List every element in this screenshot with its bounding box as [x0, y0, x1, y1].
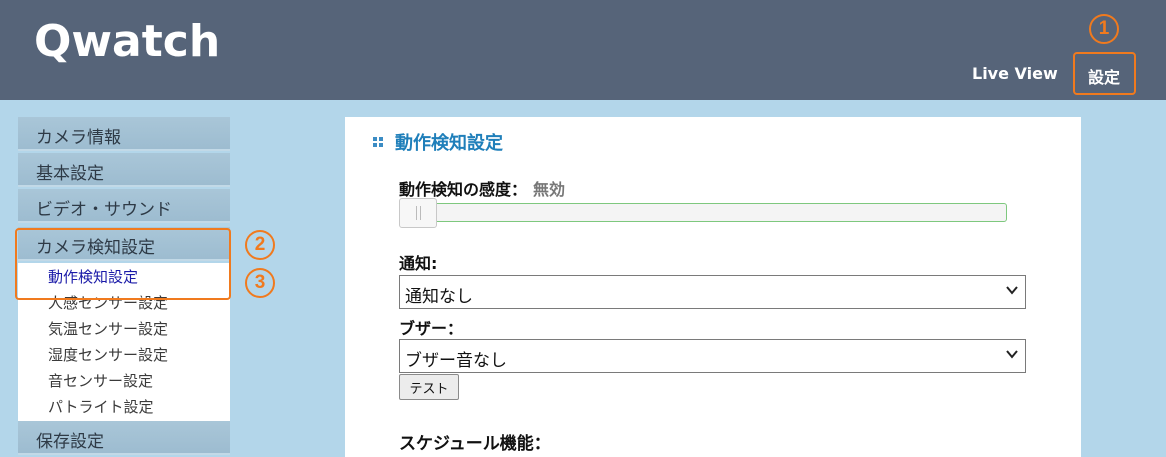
sidebar-item-patlite[interactable]: パトライト設定: [18, 393, 230, 419]
sidebar-category-storage-settings[interactable]: 保存設定: [18, 421, 230, 455]
sidebar-item-humidity-sensor[interactable]: 湿度センサー設定: [18, 341, 230, 367]
main-panel: 動作検知設定 動作検知の感度： 無効 通知: 通知なし ブザー： ブザー音なし テ…: [345, 117, 1081, 457]
chevron-down-icon: [1006, 350, 1018, 359]
sidebar-item-sound-sensor[interactable]: 音センサー設定: [18, 367, 230, 393]
buzzer-test-button[interactable]: テスト: [399, 374, 459, 400]
sensitivity-slider-handle[interactable]: [399, 198, 437, 228]
chevron-down-icon: [1006, 286, 1018, 295]
grid-icon: [373, 137, 383, 147]
sidebar-category-video-sound[interactable]: ビデオ・サウンド: [18, 189, 230, 223]
sidebar-category-camera-info[interactable]: カメラ情報: [18, 117, 230, 151]
notify-select-value: 通知なし: [405, 287, 473, 307]
nav-live-view-link[interactable]: Live View: [972, 64, 1058, 83]
sensitivity-label-row: 動作検知の感度： 無効: [399, 176, 565, 200]
annotation-box-detection: [15, 228, 231, 300]
annotation-number-1: 1: [1089, 14, 1119, 44]
annotation-number-3: 3: [245, 268, 275, 298]
app-logo[interactable]: Qwatch: [34, 16, 220, 67]
sidebar-item-temperature-sensor[interactable]: 気温センサー設定: [18, 315, 230, 341]
sensitivity-slider-track[interactable]: [401, 203, 1007, 222]
buzzer-select-value: ブザー音なし: [405, 351, 507, 371]
sidebar-category-basic-settings[interactable]: 基本設定: [18, 153, 230, 187]
sensitivity-label: 動作検知の感度：: [399, 180, 528, 199]
section-title: 動作検知設定: [373, 129, 503, 155]
top-header: Qwatch Live View 設定: [0, 0, 1166, 100]
annotation-box-settings: [1073, 52, 1136, 95]
annotation-number-2: 2: [245, 230, 275, 260]
sensitivity-value: 無効: [533, 180, 566, 199]
section-title-text: 動作検知設定: [395, 133, 503, 154]
notify-label: 通知:: [399, 254, 438, 273]
schedule-label: スケジュール機能：: [399, 434, 551, 454]
buzzer-label: ブザー：: [399, 319, 464, 338]
buzzer-select[interactable]: ブザー音なし: [399, 339, 1026, 373]
notify-select[interactable]: 通知なし: [399, 275, 1026, 309]
slider-grip-icon: [415, 206, 421, 220]
